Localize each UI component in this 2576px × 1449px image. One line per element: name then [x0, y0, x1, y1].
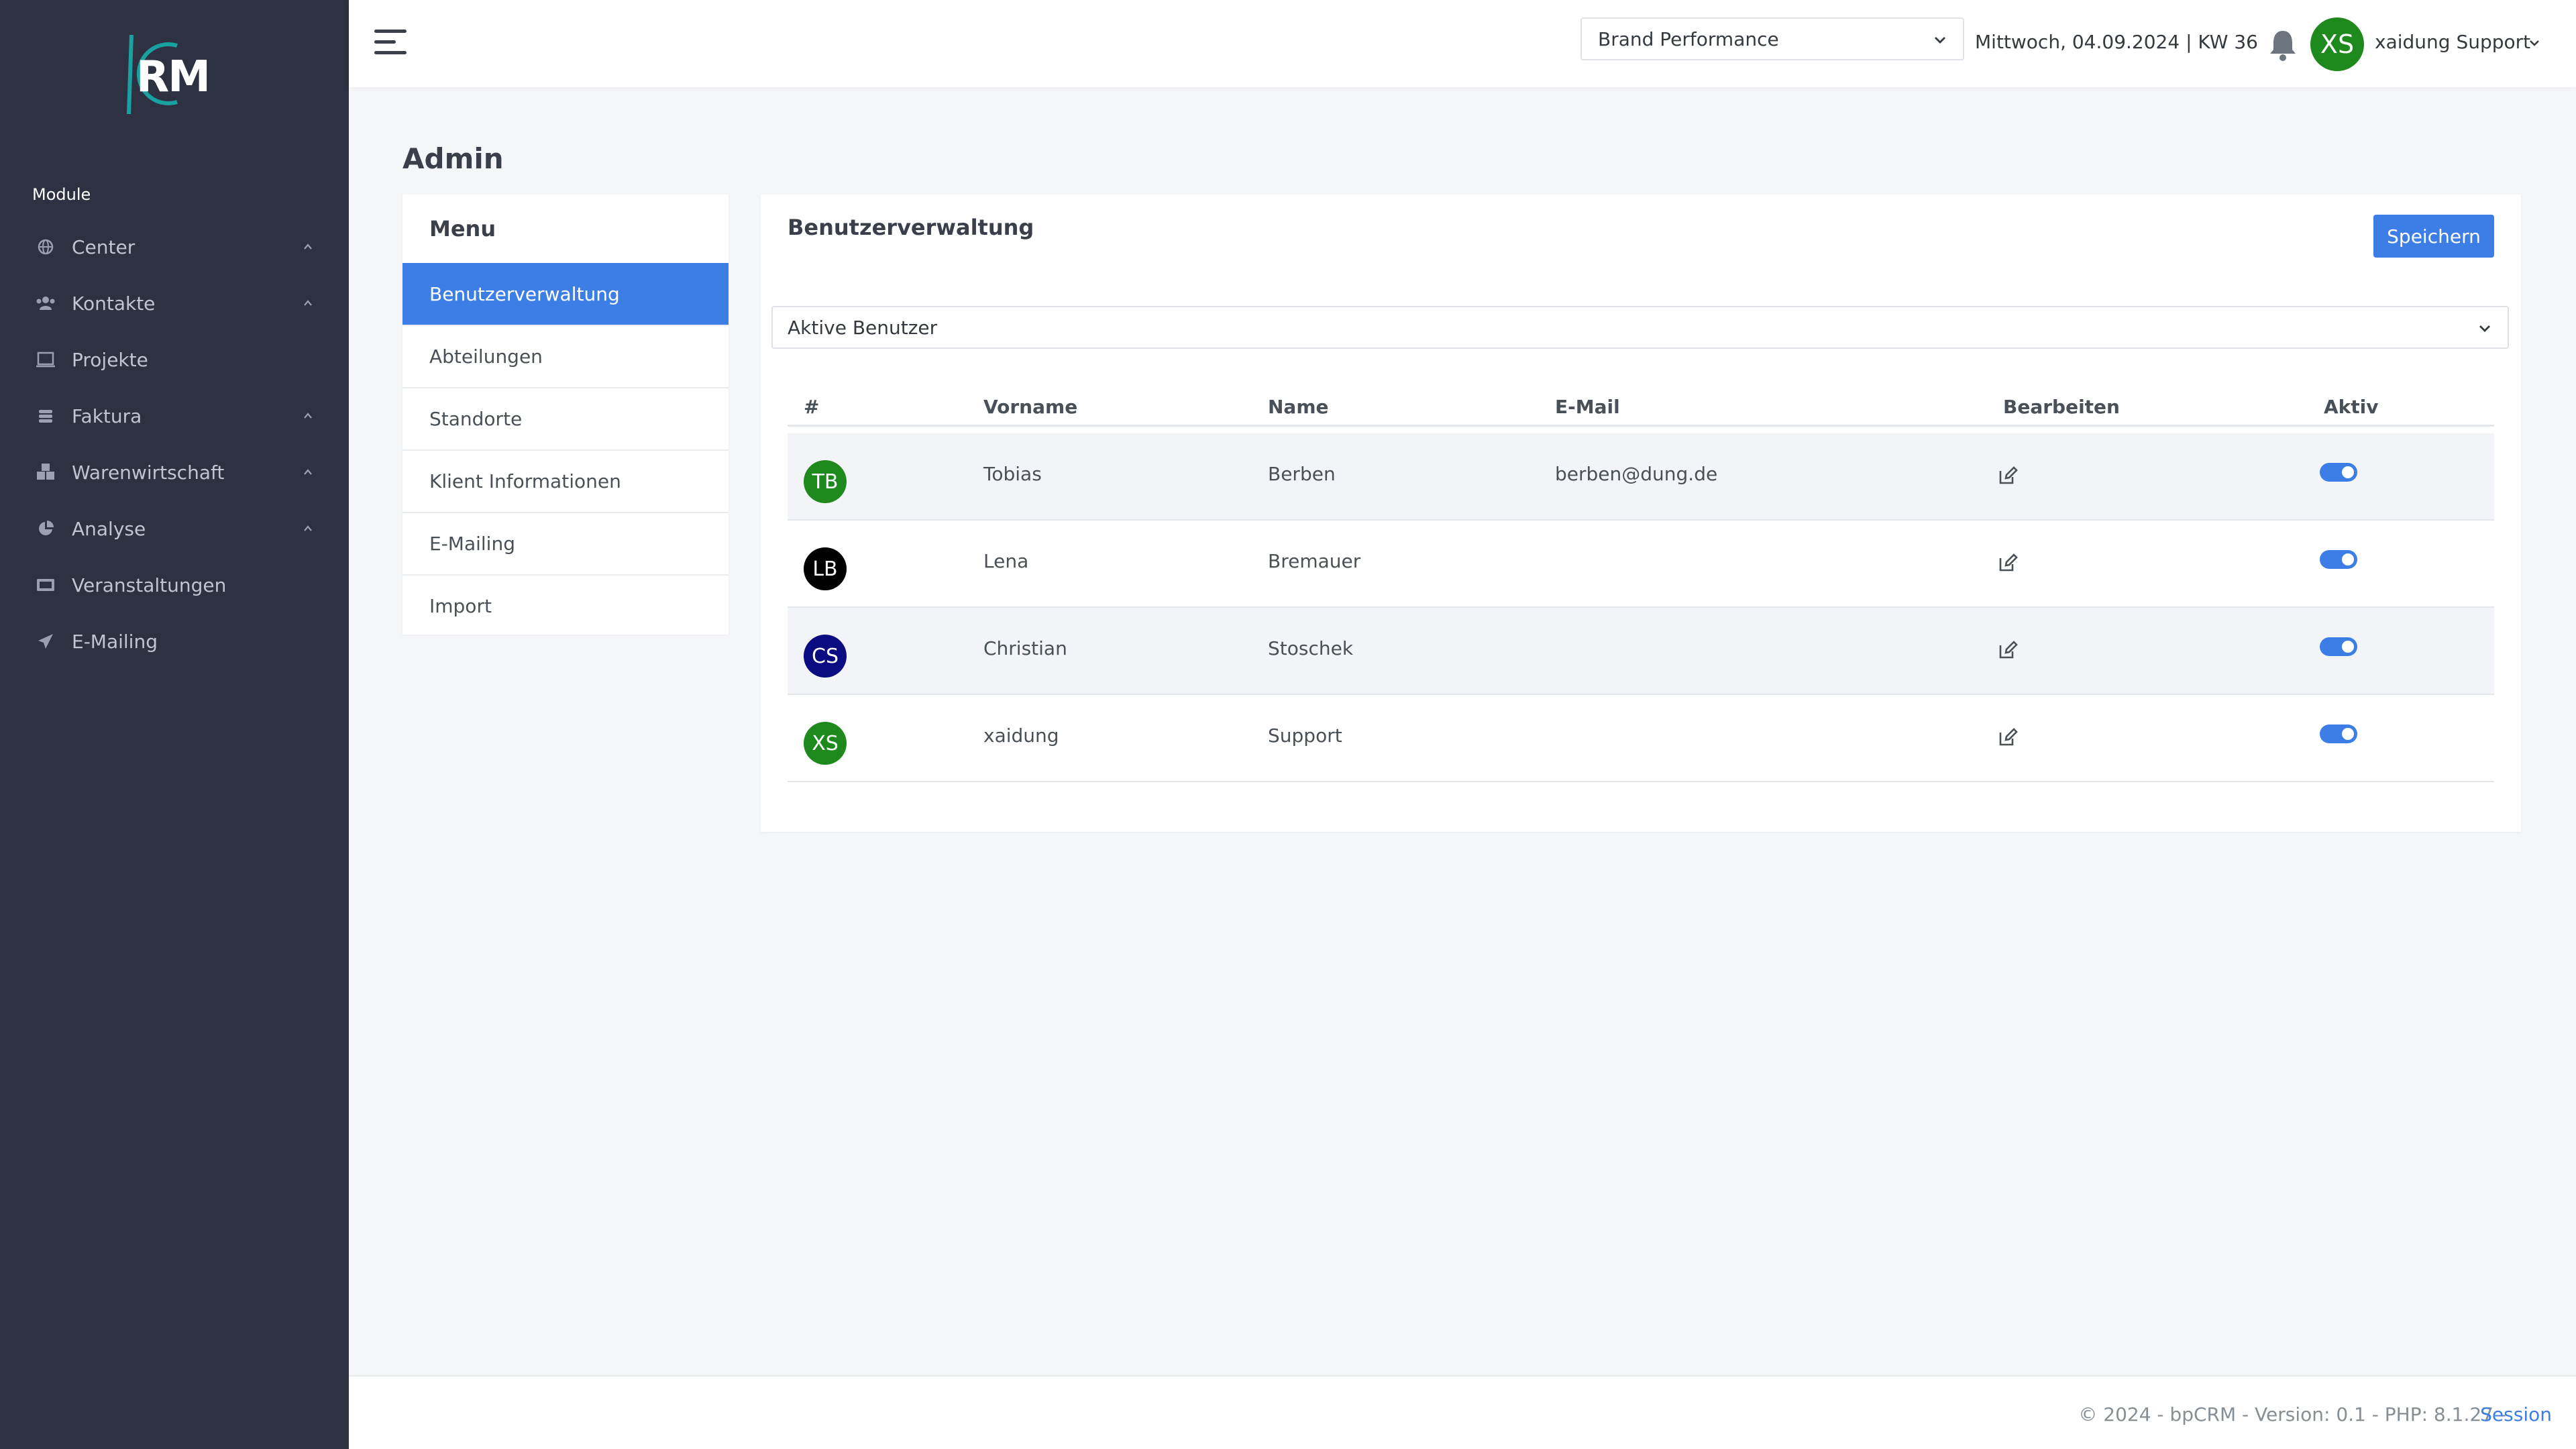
chevron-up-icon	[301, 296, 315, 311]
admin-menu-title: Menu	[429, 216, 496, 241]
user-avatar: TB	[804, 460, 847, 503]
current-date: Mittwoch, 04.09.2024 | KW 36	[1975, 31, 2258, 53]
user-avatar[interactable]: XS	[2310, 17, 2364, 71]
page-title: Admin	[402, 142, 504, 175]
column-header-email: E-Mail	[1555, 396, 1620, 418]
column-header-bearbeiten: Bearbeiten	[2003, 396, 2120, 418]
cell-name: Support	[1268, 724, 1342, 747]
save-button[interactable]: Speichern	[2373, 215, 2494, 258]
sidebar-item-center[interactable]: Center	[0, 225, 349, 268]
table-row: LB Lena Bremauer	[788, 521, 2494, 608]
column-header-aktiv: Aktiv	[2324, 396, 2379, 418]
edit-icon[interactable]	[1998, 640, 2018, 660]
cell-email: berben@dung.de	[1555, 463, 1718, 485]
chevron-up-icon	[301, 409, 315, 423]
table-header: # Vorname Name E-Mail Bearbeiten Aktiv	[788, 382, 2494, 427]
sidebar: RM Module Center Kontakte Projekte Faktu…	[0, 0, 349, 1449]
top-header: Brand Performance Mittwoch, 04.09.2024 |…	[349, 0, 2576, 87]
sidebar-section-title: Module	[32, 185, 91, 204]
table-row: CS Christian Stoschek	[788, 608, 2494, 695]
column-header-number: #	[804, 396, 820, 418]
admin-menu-item-klient-informationen[interactable]: Klient Informationen	[402, 449, 729, 511]
cell-name: Bremauer	[1268, 550, 1361, 572]
sidebar-item-label: Projekte	[72, 348, 148, 371]
column-header-vorname: Vorname	[983, 396, 1078, 418]
sidebar-item-label: Center	[72, 235, 136, 258]
cell-vorname: Tobias	[983, 463, 1042, 485]
cell-vorname: xaidung	[983, 724, 1059, 747]
edit-icon[interactable]	[1998, 727, 2018, 747]
sidebar-item-label: E-Mailing	[72, 630, 158, 653]
brand-select-value: Brand Performance	[1598, 28, 1779, 50]
sidebar-item-projekte[interactable]: Projekte	[0, 338, 349, 381]
sidebar-item-label: Kontakte	[72, 292, 156, 315]
sidebar-item-label: Veranstaltungen	[72, 574, 227, 596]
hamburger-menu-icon[interactable]	[374, 30, 407, 56]
sidebar-item-label: Warenwirtschaft	[72, 461, 225, 484]
user-filter-select[interactable]: Aktive Benutzer	[771, 306, 2509, 349]
coins-icon	[35, 405, 56, 427]
footer-text: © 2024 - bpCRM - Version: 0.1 - PHP: 8.1…	[2078, 1403, 2506, 1426]
edit-icon[interactable]	[1998, 466, 2018, 486]
sidebar-item-faktura[interactable]: Faktura	[0, 394, 349, 437]
globe-icon	[35, 236, 56, 258]
cell-vorname: Christian	[983, 637, 1067, 659]
admin-menu-item-import[interactable]: Import	[402, 574, 729, 636]
chevron-up-icon	[301, 521, 315, 536]
admin-menu-item-e-mailing[interactable]: E-Mailing	[402, 512, 729, 574]
sidebar-item-label: Analyse	[72, 517, 146, 540]
boxes-icon	[35, 462, 56, 483]
admin-menu-card: Menu Benutzerverwaltung Abteilungen Stan…	[402, 195, 729, 635]
user-avatar: CS	[804, 635, 847, 678]
users-icon	[35, 292, 56, 314]
edit-icon[interactable]	[1998, 553, 2018, 573]
cell-vorname: Lena	[983, 550, 1029, 572]
chevron-up-icon	[301, 465, 315, 480]
active-toggle[interactable]	[2320, 463, 2357, 482]
user-avatar: XS	[804, 722, 847, 765]
sidebar-item-kontakte[interactable]: Kontakte	[0, 282, 349, 325]
sidebar-item-label: Faktura	[72, 405, 142, 427]
column-header-name: Name	[1268, 396, 1329, 418]
chevron-up-icon	[301, 239, 315, 254]
active-toggle[interactable]	[2320, 724, 2357, 743]
active-toggle[interactable]	[2320, 550, 2357, 569]
admin-menu-item-standorte[interactable]: Standorte	[402, 387, 729, 449]
project-icon	[35, 349, 56, 370]
sidebar-item-warenwirtschaft[interactable]: Warenwirtschaft	[0, 451, 349, 494]
user-management-card: Benutzerverwaltung Speichern Aktive Benu…	[761, 195, 2521, 832]
admin-menu-item-benutzerverwaltung[interactable]: Benutzerverwaltung	[402, 263, 729, 325]
user-management-title: Benutzerverwaltung	[788, 215, 1034, 240]
brand-select[interactable]: Brand Performance	[1580, 17, 1964, 60]
chevron-down-icon	[1935, 37, 1945, 44]
user-filter-value: Aktive Benutzer	[788, 316, 938, 339]
ticket-icon	[35, 574, 56, 596]
user-menu-name[interactable]: xaidung Support	[2375, 31, 2530, 53]
user-avatar: LB	[804, 547, 847, 590]
table-row: XS xaidung Support	[788, 695, 2494, 782]
session-link[interactable]: Session	[2480, 1403, 2552, 1426]
sidebar-item-e-mailing[interactable]: E-Mailing	[0, 620, 349, 663]
footer: © 2024 - bpCRM - Version: 0.1 - PHP: 8.1…	[349, 1375, 2576, 1449]
sidebar-item-analyse[interactable]: Analyse	[0, 507, 349, 550]
cell-name: Stoschek	[1268, 637, 1354, 659]
chevron-down-icon[interactable]	[2528, 36, 2541, 50]
paper-plane-icon	[35, 631, 56, 652]
bell-icon[interactable]	[2267, 28, 2298, 62]
sidebar-item-veranstaltungen[interactable]: Veranstaltungen	[0, 564, 349, 606]
admin-menu-item-abteilungen[interactable]: Abteilungen	[402, 325, 729, 386]
cell-name: Berben	[1268, 463, 1336, 485]
logo-text: RM	[136, 52, 211, 102]
pie-chart-icon	[35, 518, 56, 539]
chevron-down-icon	[2479, 325, 2490, 332]
active-toggle[interactable]	[2320, 637, 2357, 656]
table-row: TB Tobias Berben berben@dung.de	[788, 433, 2494, 521]
